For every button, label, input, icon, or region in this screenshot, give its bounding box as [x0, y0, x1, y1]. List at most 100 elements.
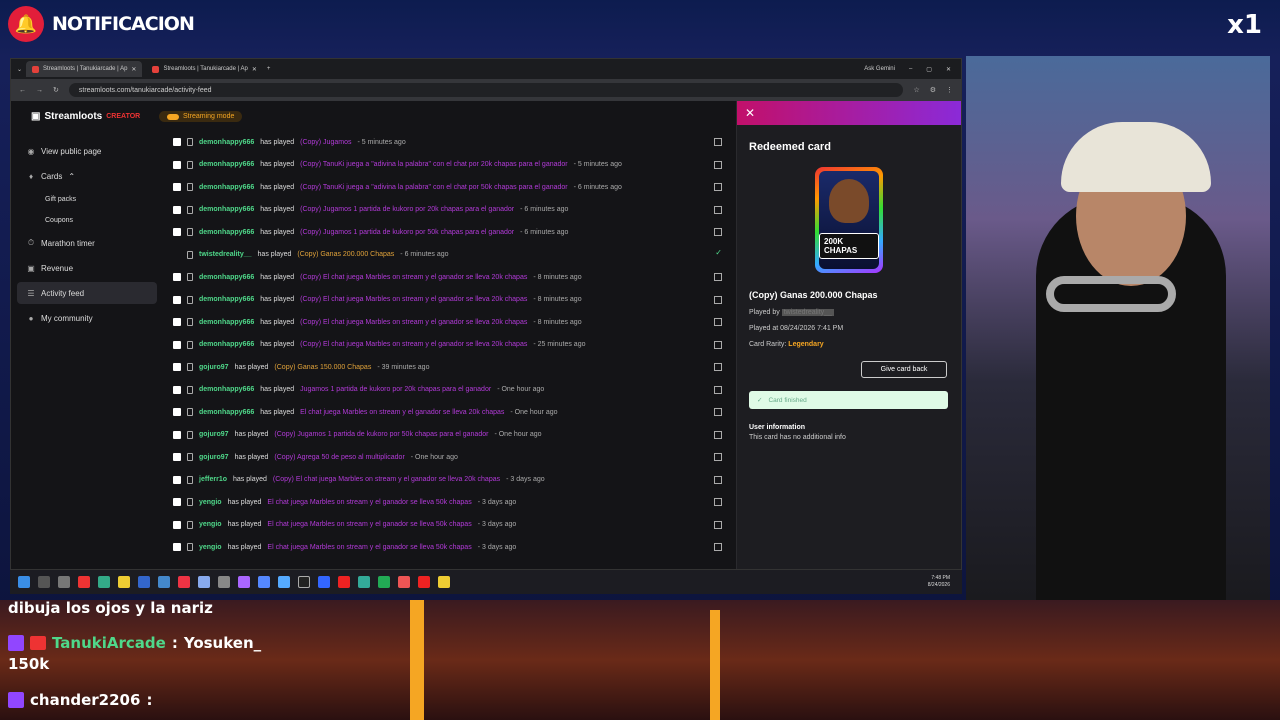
row-action-icon[interactable] [714, 543, 722, 551]
steam-icon[interactable] [158, 576, 170, 588]
row-checkbox[interactable] [173, 295, 181, 304]
row-action-icon[interactable] [714, 475, 722, 484]
app-icon[interactable] [398, 576, 410, 588]
forward-icon[interactable]: → [36, 87, 43, 94]
row-user[interactable]: yengio [199, 544, 222, 551]
row-action-icon[interactable] [714, 430, 722, 439]
row-checkbox[interactable] [173, 520, 181, 529]
system-tray[interactable]: 7:48 PM 8/24/2026 [928, 575, 962, 589]
app-icon[interactable] [138, 576, 150, 588]
row-checkbox[interactable] [173, 318, 181, 327]
give-card-back-button[interactable]: Give card back [861, 361, 947, 378]
sidebar-item-view-public-page[interactable]: ◉ View public page [17, 140, 157, 162]
back-icon[interactable]: ← [19, 87, 26, 94]
row-user[interactable]: demonhappy666 [199, 161, 254, 168]
row-user[interactable]: yengio [199, 521, 222, 528]
app-icon[interactable] [238, 576, 250, 588]
row-user[interactable]: demonhappy666 [199, 386, 254, 393]
row-user[interactable]: demonhappy666 [199, 229, 254, 236]
close-window-button[interactable]: ✕ [946, 66, 951, 73]
row-checkbox[interactable] [173, 543, 181, 552]
row-action-icon[interactable] [714, 340, 722, 349]
app-icon[interactable] [358, 576, 370, 588]
row-action-icon[interactable] [714, 183, 722, 191]
tab-menu-icon[interactable]: ⌄ [17, 66, 22, 73]
search-icon[interactable] [38, 576, 50, 588]
app-icon[interactable] [178, 576, 190, 588]
reload-icon[interactable]: ↻ [53, 86, 59, 94]
url-input[interactable]: streamloots.com/tanukiarcade/activity-fe… [68, 83, 904, 97]
row-checkbox[interactable] [173, 273, 181, 282]
row-checkbox[interactable] [173, 183, 181, 192]
row-user[interactable]: demonhappy666 [199, 184, 254, 191]
maximize-button[interactable]: ▢ [926, 66, 932, 73]
row-user[interactable]: demonhappy666 [199, 296, 254, 303]
row-user[interactable]: twistedreality__ [199, 251, 252, 258]
row-user[interactable]: gojuro97 [199, 454, 229, 461]
sidebar-item-gift-packs[interactable]: Gift packs [17, 190, 157, 208]
row-user[interactable]: gojuro97 [199, 431, 229, 438]
row-checkbox[interactable] [173, 408, 181, 417]
new-tab-button[interactable]: + [267, 66, 271, 72]
row-user[interactable]: demonhappy666 [199, 139, 254, 146]
row-action-icon[interactable] [714, 228, 722, 236]
folder-icon[interactable] [118, 576, 130, 588]
app-icon[interactable] [198, 576, 210, 588]
row-checkbox[interactable] [173, 475, 181, 484]
row-action-icon[interactable] [714, 408, 722, 416]
row-checkbox[interactable] [173, 160, 181, 169]
row-action-icon[interactable] [714, 138, 722, 146]
row-checkbox[interactable] [173, 430, 181, 439]
row-user[interactable]: demonhappy666 [199, 341, 254, 348]
row-checkbox[interactable] [173, 363, 181, 372]
discord-icon[interactable] [258, 576, 270, 588]
row-checkbox[interactable] [173, 138, 181, 147]
row-user[interactable]: demonhappy666 [199, 409, 254, 416]
ask-gemini-button[interactable]: Ask Gemini [864, 66, 895, 72]
app-icon[interactable] [278, 576, 290, 588]
tab-streamloots-2[interactable]: Streamloots | Tanukiarcade | Ap ✕ [146, 61, 262, 77]
excel-icon[interactable] [378, 576, 390, 588]
row-user[interactable]: gojuro97 [199, 364, 229, 371]
row-action-icon[interactable] [714, 160, 722, 169]
row-checkbox[interactable] [173, 228, 181, 237]
youtube-icon[interactable] [338, 576, 350, 588]
row-checkbox[interactable] [173, 340, 181, 349]
row-user[interactable]: demonhappy666 [199, 274, 254, 281]
menu-icon[interactable]: ⋮ [946, 86, 953, 94]
row-checkbox[interactable] [173, 498, 181, 507]
app-icon[interactable] [438, 576, 450, 588]
row-user[interactable]: demonhappy666 [199, 319, 254, 326]
row-checkbox[interactable] [173, 453, 181, 462]
tab-streamloots-1[interactable]: Streamloots | Tanukiarcade | Ap ✕ [26, 61, 143, 77]
row-action-icon[interactable] [714, 498, 722, 506]
sidebar-item-cards[interactable]: ♦ Cards ⌃ [17, 165, 157, 187]
row-action-icon[interactable] [714, 295, 722, 304]
row-action-icon[interactable] [714, 385, 722, 394]
row-action-icon[interactable] [714, 363, 722, 371]
settings-icon[interactable] [58, 576, 70, 588]
row-checkbox[interactable] [173, 385, 181, 394]
windows-start-icon[interactable] [18, 576, 30, 588]
chrome-icon[interactable] [78, 576, 90, 588]
row-action-icon[interactable] [714, 318, 722, 326]
extensions-icon[interactable]: ⚙ [930, 86, 936, 94]
bookmark-icon[interactable]: ☆ [913, 86, 919, 94]
streaming-mode-toggle[interactable]: Streaming mode [159, 111, 243, 122]
app-icon[interactable] [318, 576, 330, 588]
app-icon[interactable] [418, 576, 430, 588]
close-icon[interactable]: ✕ [745, 106, 755, 120]
row-action-icon[interactable] [714, 273, 722, 281]
app-icon[interactable] [218, 576, 230, 588]
row-checkbox[interactable] [173, 205, 181, 214]
sidebar-item-marathon-timer[interactable]: ⏱ Marathon timer [17, 232, 157, 254]
row-user[interactable]: jefferr1o [199, 476, 227, 483]
minimize-button[interactable]: – [909, 66, 912, 72]
row-user[interactable]: yengio [199, 499, 222, 506]
sidebar-item-coupons[interactable]: Coupons [17, 211, 157, 229]
row-action-icon[interactable] [714, 205, 722, 214]
sidebar-item-activity-feed[interactable]: ☰ Activity feed [17, 282, 157, 304]
row-action-icon[interactable] [714, 520, 722, 529]
row-action-icon[interactable] [714, 453, 722, 461]
app-icon[interactable] [298, 576, 310, 588]
